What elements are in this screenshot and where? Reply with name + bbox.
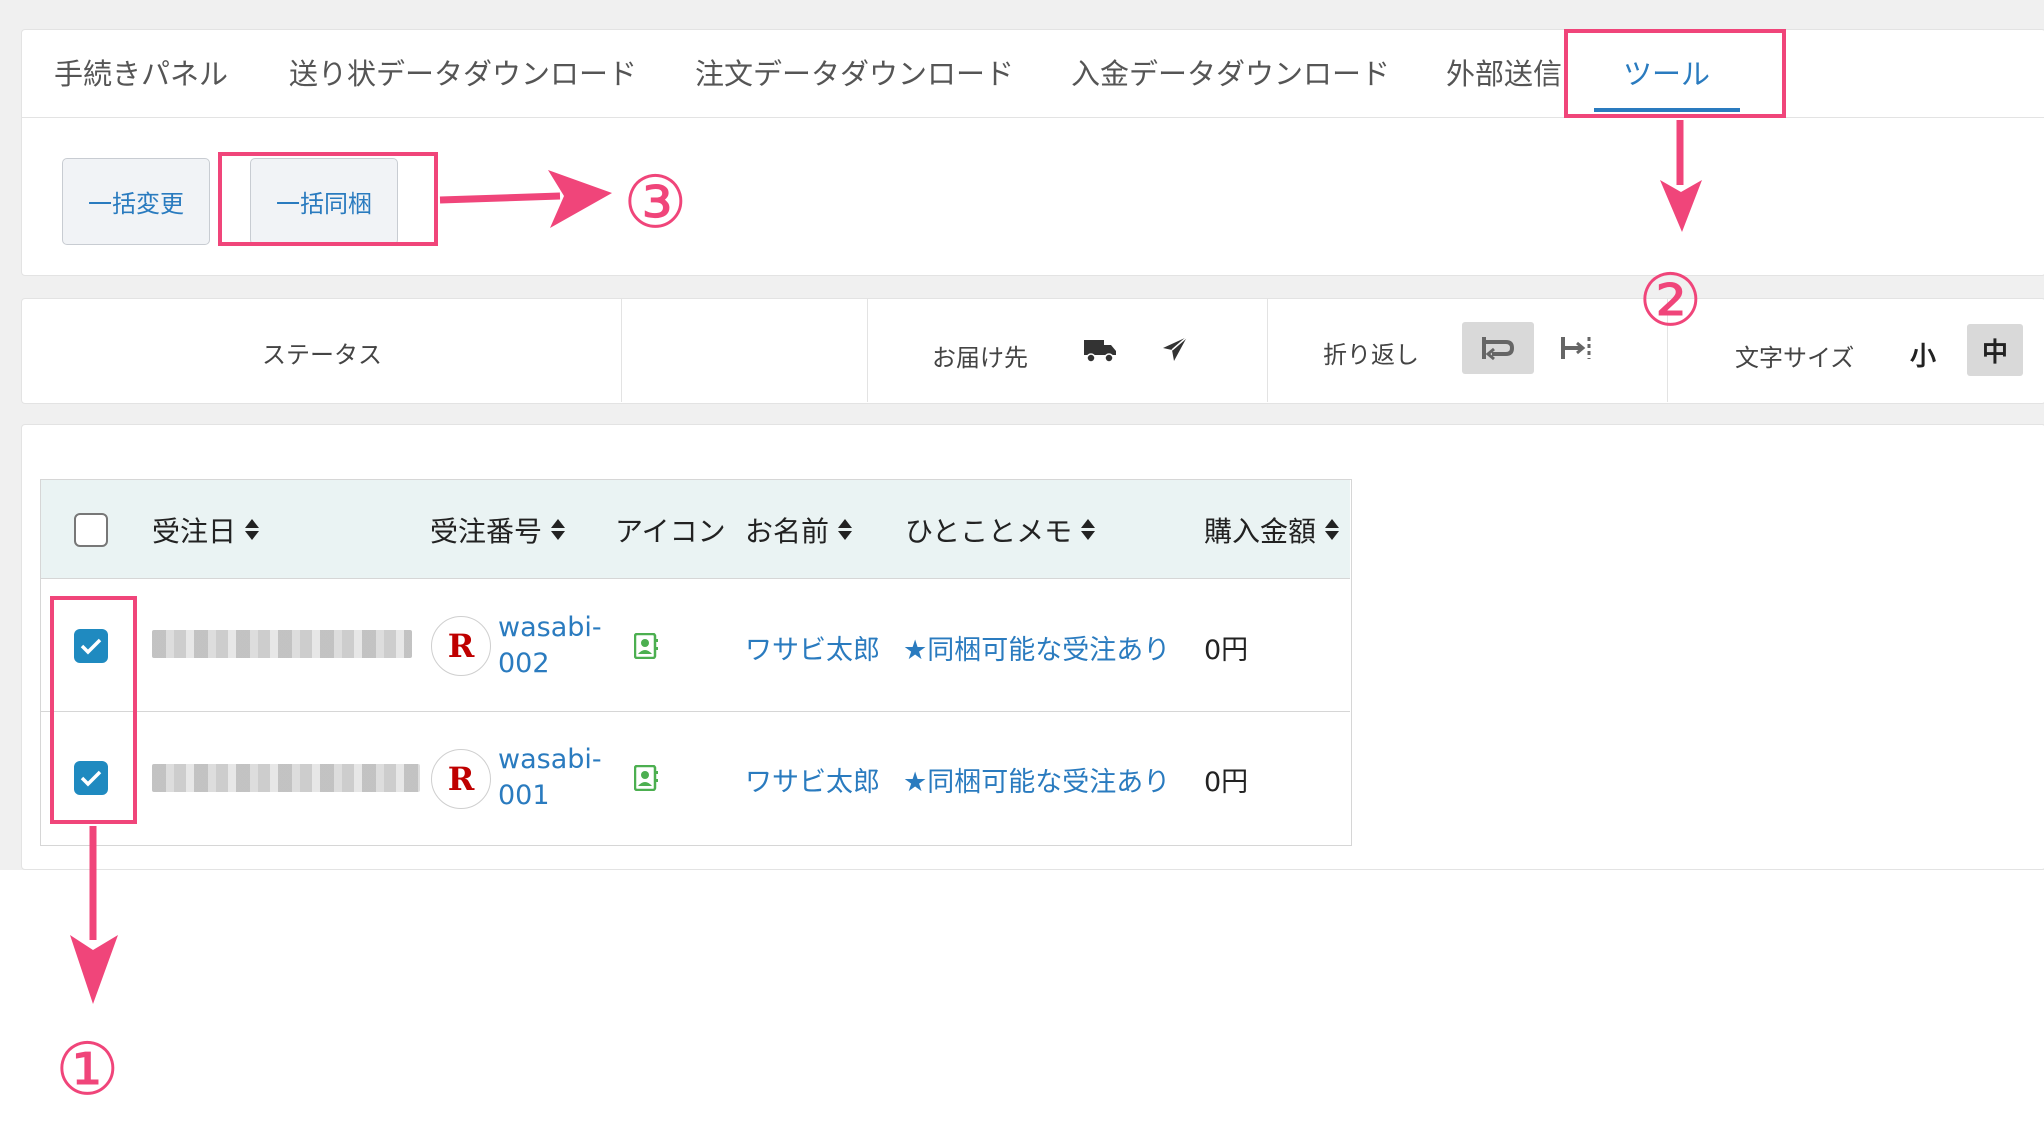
purchase-amount: 0円 xyxy=(1204,767,1249,798)
highlight-row-checkboxes xyxy=(50,596,137,824)
rakuten-logo-icon: R xyxy=(431,616,491,676)
sort-icon xyxy=(1324,518,1340,542)
customer-name-link[interactable]: ワサビ太郎 xyxy=(745,760,880,799)
wrap-off-icon[interactable] xyxy=(1555,322,1599,374)
customer-name-link[interactable]: ワサビ太郎 xyxy=(745,628,880,667)
rakuten-logo-icon: R xyxy=(431,749,491,809)
highlight-bulk-bundle-button xyxy=(218,152,438,246)
column-header-name[interactable]: お名前 xyxy=(745,510,853,550)
airplane-icon[interactable] xyxy=(1155,331,1195,367)
divider xyxy=(1267,298,1268,402)
tab-shipping-label-download[interactable]: 送り状データダウンロード xyxy=(289,51,637,93)
purchase-amount: 0円 xyxy=(1204,635,1249,666)
column-header-icon: アイコン xyxy=(615,515,726,548)
step-1-marker: ① xyxy=(55,1027,120,1111)
truck-icon[interactable] xyxy=(1080,333,1120,367)
highlight-tools-tab xyxy=(1564,29,1786,118)
select-all-checkbox[interactable] xyxy=(74,513,108,547)
memo-link[interactable]: ★同梱可能な受注あり xyxy=(903,628,1170,667)
order-number-link[interactable]: 001 xyxy=(498,780,550,811)
tab-procedure-panel[interactable]: 手続きパネル xyxy=(54,51,228,93)
column-header-order-number[interactable]: 受注番号 xyxy=(430,510,566,550)
sort-icon xyxy=(1080,518,1096,542)
order-number-link[interactable]: wasabi- xyxy=(498,744,602,775)
divider xyxy=(867,298,868,402)
memo-link[interactable]: ★同梱可能な受注あり xyxy=(903,760,1170,799)
column-header-amount[interactable]: 購入金額 xyxy=(1204,510,1340,550)
status-filter[interactable]: ステータス xyxy=(262,335,382,370)
step-2-marker: ② xyxy=(1638,258,1703,342)
wrap-label: 折り返し xyxy=(1323,341,1419,369)
order-date-redacted xyxy=(152,630,412,658)
order-number-link[interactable]: 002 xyxy=(498,648,550,679)
font-size-label: 文字サイズ xyxy=(1735,344,1855,372)
sort-icon xyxy=(837,518,853,542)
bulk-change-button[interactable]: 一括変更 xyxy=(62,158,210,245)
column-header-memo[interactable]: ひとことメモ xyxy=(905,510,1096,550)
contact-icon[interactable] xyxy=(634,633,658,659)
wrap-on-icon[interactable] xyxy=(1462,322,1534,374)
sort-icon xyxy=(244,518,260,542)
column-header-order-date[interactable]: 受注日 xyxy=(152,510,260,550)
font-size-small-option[interactable]: 小 xyxy=(1910,336,1936,373)
order-date-redacted xyxy=(152,764,420,792)
tab-external-send[interactable]: 外部送信 xyxy=(1446,51,1562,93)
step-3-marker: ③ xyxy=(623,160,688,244)
tab-payment-data-download[interactable]: 入金データダウンロード xyxy=(1071,51,1390,93)
order-number-link[interactable]: wasabi- xyxy=(498,612,602,643)
divider xyxy=(621,298,622,402)
tab-order-data-download[interactable]: 注文データダウンロード xyxy=(695,51,1014,93)
delivery-label: お届け先 xyxy=(932,344,1028,372)
font-size-medium-option[interactable]: 中 xyxy=(1967,324,2023,376)
contact-icon[interactable] xyxy=(634,765,658,791)
row-divider xyxy=(41,711,1350,712)
sort-icon xyxy=(550,518,566,542)
